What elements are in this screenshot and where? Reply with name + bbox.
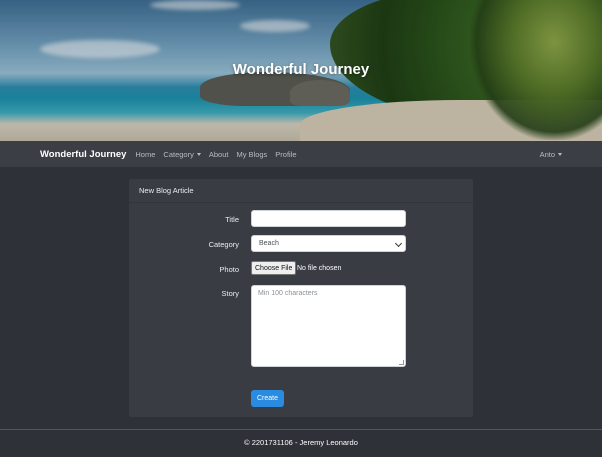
file-status-text: No file chosen xyxy=(297,265,342,272)
story-textarea[interactable]: Min 100 characters xyxy=(251,285,406,367)
nav-about[interactable]: About xyxy=(209,150,229,159)
caret-down-icon xyxy=(196,153,201,157)
user-name: Anto xyxy=(539,149,555,159)
footer-text: © 2201731106 - Jeremy Leonardo xyxy=(244,438,358,447)
nav-my-blogs[interactable]: My Blogs xyxy=(236,150,267,159)
card-header: New Blog Article xyxy=(129,179,473,203)
title-row: Title xyxy=(129,210,473,228)
category-row: Category Beach xyxy=(129,235,473,253)
new-article-card: New Blog Article Title Category Beach Ph… xyxy=(129,179,473,417)
story-placeholder: Min 100 characters xyxy=(258,290,318,297)
footer-divider xyxy=(0,429,602,430)
caret-down-icon xyxy=(558,153,562,157)
resize-handle-icon[interactable] xyxy=(399,360,404,365)
story-row: Story Min 100 characters xyxy=(129,285,473,369)
navbar: Wonderful Journey Home Category About My… xyxy=(0,141,602,167)
photo-row: Photo Choose File No file chosen xyxy=(129,261,473,276)
hero-title: Wonderful Journey xyxy=(232,61,370,78)
category-selected-value: Beach xyxy=(259,240,279,247)
nav-category-dropdown[interactable]: Category xyxy=(163,149,201,159)
nav-profile[interactable]: Profile xyxy=(275,150,296,159)
story-label: Story xyxy=(221,289,239,298)
chevron-down-icon xyxy=(394,239,403,248)
hero-banner: Wonderful Journey xyxy=(0,0,602,141)
photo-label: Photo xyxy=(219,265,239,274)
title-label: Title xyxy=(225,215,239,224)
title-input[interactable] xyxy=(251,210,406,227)
submit-row: Create xyxy=(129,390,473,408)
brand-link[interactable]: Wonderful Journey xyxy=(40,149,126,160)
nav-category-label: Category xyxy=(163,149,194,159)
nav-home[interactable]: Home xyxy=(135,150,155,159)
create-button[interactable]: Create xyxy=(251,390,284,407)
category-label: Category xyxy=(208,240,239,249)
choose-file-button[interactable]: Choose File xyxy=(251,261,297,275)
category-select[interactable]: Beach xyxy=(251,235,406,252)
user-dropdown[interactable]: Anto xyxy=(540,150,562,159)
